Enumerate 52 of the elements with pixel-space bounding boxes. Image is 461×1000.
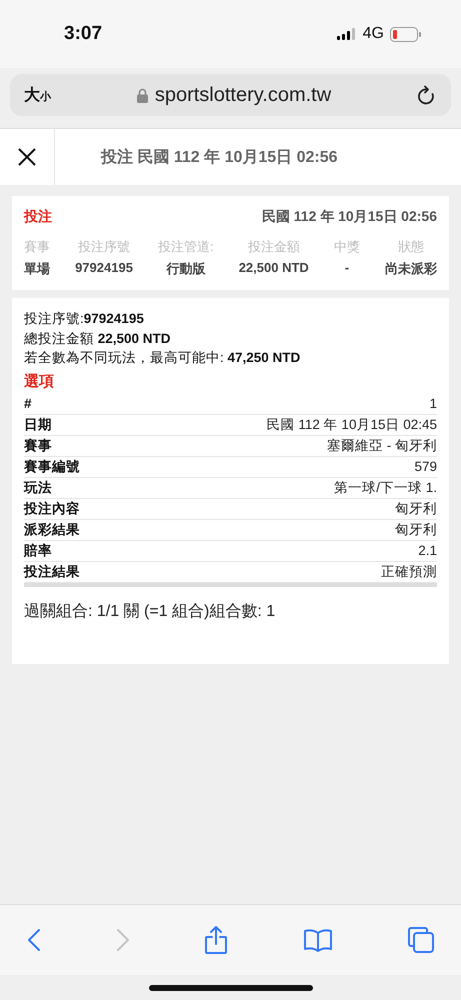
address-bar[interactable]: 大小 sportslottery.com.tw xyxy=(10,74,451,116)
row-value: 匈牙利 xyxy=(395,500,437,518)
reload-icon[interactable] xyxy=(417,85,435,105)
detail-text: 若全數為不同玩法，最高可能中: 47,250 NTD xyxy=(24,349,302,367)
row-value: 正確預測 xyxy=(381,562,437,580)
column-heading: 投注金額 xyxy=(248,238,300,256)
back-icon[interactable] xyxy=(27,928,41,952)
signal-icon xyxy=(336,28,357,40)
column-heading: 投注管道: xyxy=(158,238,214,256)
text-size-button[interactable]: 大小 xyxy=(24,84,51,106)
row-label: 投注內容 xyxy=(24,500,80,518)
tabs-icon[interactable] xyxy=(407,926,435,954)
column-value: 單場 xyxy=(24,260,50,278)
combination-text: 過關組合: 1/1 關 (=1 組合)組合數: 1 xyxy=(24,602,276,622)
book-icon[interactable] xyxy=(302,928,332,952)
column-value: 行動版 xyxy=(166,260,206,278)
row-label: 派彩結果 xyxy=(24,520,80,538)
row-value: 第一球/下一球 1. xyxy=(334,478,437,496)
row-label: # xyxy=(24,396,32,411)
row-label: 日期 xyxy=(24,416,52,434)
clock-time: 3:07 xyxy=(64,23,102,45)
row-value: 塞爾維亞 - 匈牙利 xyxy=(327,436,437,454)
section-title: 選項 xyxy=(24,372,55,390)
url-text: sportslottery.com.tw xyxy=(154,84,332,106)
row-label: 賽事 xyxy=(24,436,52,454)
close-icon[interactable] xyxy=(17,147,37,167)
detail-text: 投注序號:97924195 xyxy=(24,310,145,328)
column-value: - xyxy=(344,260,350,275)
column-heading: 投注序號 xyxy=(78,238,130,256)
column-value: 尚未派彩 xyxy=(384,260,437,278)
row-label: 投注結果 xyxy=(24,562,80,580)
row-label: 玩法 xyxy=(24,478,52,496)
column-value: 97924195 xyxy=(75,260,133,275)
row-value: 1 xyxy=(429,396,437,411)
lock-icon xyxy=(136,88,148,102)
share-icon[interactable] xyxy=(204,925,228,955)
detail-text: 總投注金額 22,500 NTD xyxy=(24,330,172,348)
page-title: 投注 民國 112 年 10月15日 02:56 xyxy=(101,147,338,168)
section-title: 投注 xyxy=(24,208,52,226)
column-value: 22,500 NTD xyxy=(238,260,309,275)
column-heading: 中獎 xyxy=(334,238,360,256)
row-label: 賠率 xyxy=(24,542,52,560)
row-value: 匈牙利 xyxy=(395,520,437,538)
battery-icon xyxy=(390,26,421,42)
row-label: 賽事編號 xyxy=(24,458,80,476)
column-heading: 狀態 xyxy=(398,238,424,256)
bet-date: 民國 112 年 10月15日 02:56 xyxy=(262,208,437,226)
row-value: 民國 112 年 10月15日 02:45 xyxy=(266,416,437,434)
network-label: 4G xyxy=(362,25,384,43)
row-value: 579 xyxy=(414,459,437,474)
column-heading: 賽事 xyxy=(24,238,50,256)
row-value: 2.1 xyxy=(418,543,437,558)
